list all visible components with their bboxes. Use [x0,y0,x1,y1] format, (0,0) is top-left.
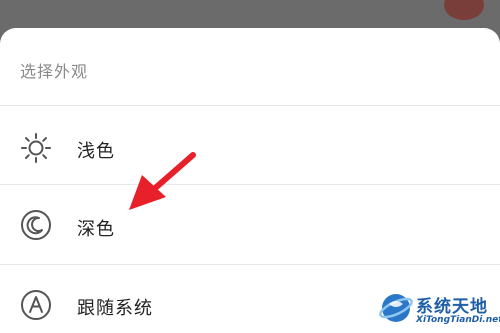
divider [0,105,500,106]
watermark: 系统天地 XiTongTianDi.net [378,288,500,333]
watermark-logo-icon [378,290,414,326]
divider [0,264,500,265]
watermark-name: 系统天地 [416,297,488,317]
divider [0,184,500,185]
option-follow-system-label: 跟随系统 [77,298,153,319]
auto-a-icon [20,289,52,321]
option-light-label: 浅色 [77,141,115,162]
watermark-url: XiTongTianDi.net [416,315,500,325]
option-light[interactable]: 浅色 [0,110,500,188]
sheet-title: 选择外观 [20,62,89,81]
option-dark-label: 深色 [77,219,115,240]
sun-icon [20,132,52,164]
screen: 选择外观 浅色 深色 跟随系统 系统天地 XiTongTianDi.net [0,0,500,333]
option-dark[interactable]: 深色 [0,188,500,266]
moon-icon [20,209,52,241]
